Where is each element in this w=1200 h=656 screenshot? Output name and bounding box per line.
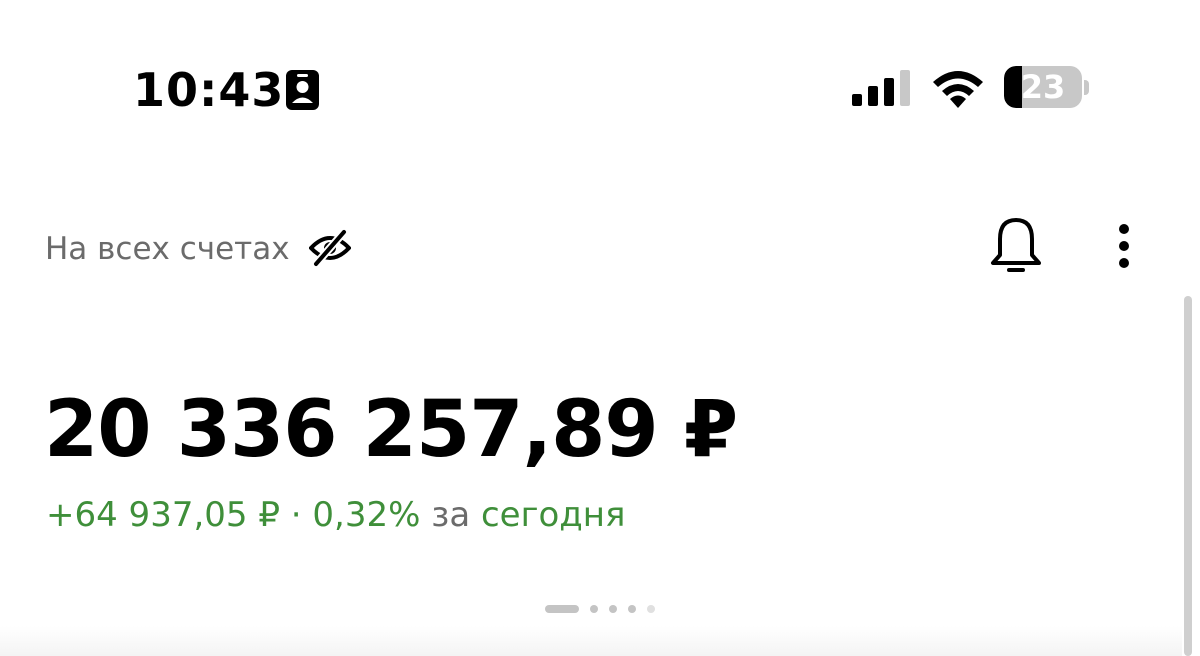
accounts-label[interactable]: На всех счетах — [45, 229, 290, 269]
battery-cap — [1084, 80, 1089, 95]
daily-change: +64 937,05 ₽ · 0,32% за сегодня — [46, 493, 625, 537]
period-prefix: за — [431, 495, 471, 535]
wifi-icon — [933, 71, 983, 108]
change-separator: · — [290, 495, 302, 535]
total-balance: 20 336 257,89 ₽ — [44, 385, 738, 475]
eye-off-icon[interactable] — [309, 228, 351, 268]
change-percent: 0,32% — [312, 495, 421, 535]
screen: 10:43 23 На всех счетах 20 336 257,89 ₽ … — [0, 0, 1200, 656]
period-selector[interactable]: сегодня — [481, 495, 625, 535]
page-indicator-dot — [647, 605, 655, 613]
contact-badge-icon — [286, 70, 319, 110]
page-indicator — [545, 604, 655, 614]
bottom-card-edge — [0, 626, 1182, 656]
status-time: 10:43 — [133, 63, 285, 117]
bell-icon[interactable] — [988, 215, 1044, 277]
battery-icon: 23 — [1004, 66, 1082, 108]
page-indicator-active — [545, 605, 579, 613]
page-indicator-dot — [590, 605, 598, 613]
signal-icon — [852, 70, 910, 106]
page-indicator-dot — [609, 605, 617, 613]
page-indicator-dot — [628, 605, 636, 613]
change-amount: +64 937,05 ₽ — [46, 495, 280, 535]
battery-level-text: 23 — [1020, 68, 1066, 106]
more-vertical-icon[interactable] — [1110, 222, 1138, 270]
scrollbar[interactable] — [1184, 296, 1192, 656]
